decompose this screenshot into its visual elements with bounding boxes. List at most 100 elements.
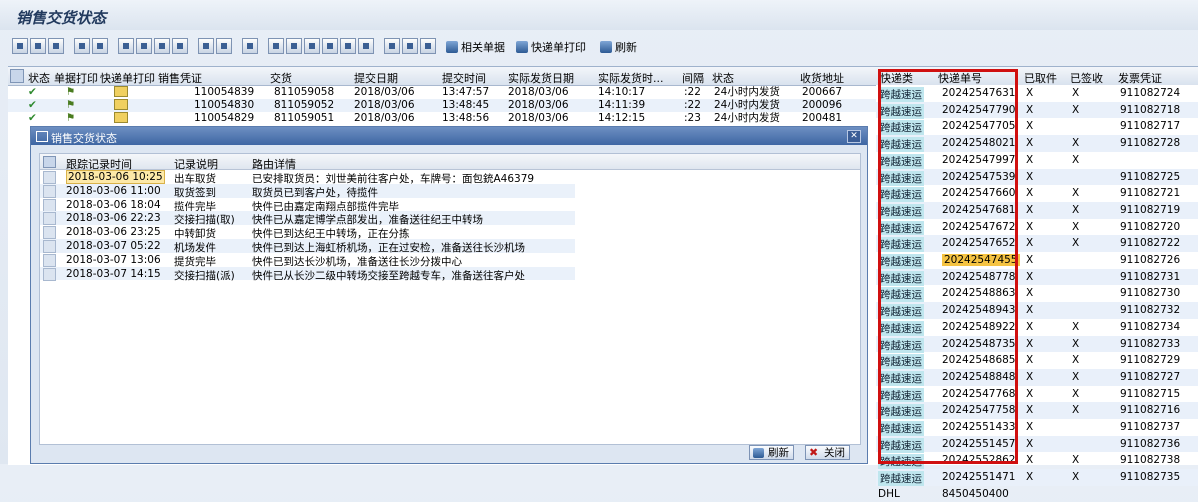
refresh-icon [753, 448, 764, 458]
row-selector[interactable] [43, 226, 56, 240]
subtotal-icon[interactable] [216, 38, 232, 54]
row-selector[interactable] [43, 240, 56, 253]
table-row[interactable]: DHL 8450450400 [876, 486, 1198, 502]
cell-picked: X [1026, 170, 1034, 183]
col-address[interactable]: 收货地址 [800, 70, 844, 86]
col-ship-date[interactable]: 实际发货日期 [508, 70, 574, 86]
cell-invoice: 911082728 [1120, 137, 1181, 150]
col-submit-date[interactable]: 提交日期 [354, 70, 398, 86]
graphic-icon[interactable] [304, 38, 320, 54]
cell-ship-time: 14:10:17 [598, 86, 646, 98]
print-preview-icon[interactable] [268, 38, 284, 54]
cell-ship-date: 2018/03/06 [508, 86, 569, 98]
list-item[interactable]: 2018-03-06 10:25 出车取货 已安排取货员：刘世美前往客户处，车牌号：… [40, 170, 575, 185]
select-all-icon[interactable] [74, 38, 90, 54]
row-selector[interactable] [43, 267, 56, 281]
flag-icon[interactable]: ⚑ [66, 112, 75, 125]
col-gap[interactable]: 间隔 [682, 70, 704, 86]
row-selector[interactable] [43, 212, 56, 226]
cell-time: 2018-03-06 22:23 [66, 212, 161, 225]
filter-delete-icon[interactable] [172, 38, 188, 54]
list-item[interactable]: 2018-03-07 05:22 机场发件 快件已到达上海虹桥机场，正在过安检，准备… [40, 239, 575, 254]
col-express-print[interactable]: 快递单打印 [100, 70, 155, 86]
close-icon[interactable]: ✕ [847, 130, 861, 143]
deselect-all-icon[interactable] [92, 38, 108, 54]
select-all-icon[interactable] [43, 156, 56, 168]
cell-picked: X [1026, 137, 1034, 150]
flag-icon[interactable]: ⚑ [66, 99, 75, 112]
select-layout-icon[interactable] [402, 38, 418, 54]
cell-picked: X [1026, 437, 1034, 450]
change-layout-icon[interactable] [384, 38, 400, 54]
display-icon[interactable] [30, 38, 46, 54]
col-status[interactable]: 状态 [28, 70, 50, 86]
cell-invoice: 911082735 [1120, 471, 1181, 484]
col-picked[interactable]: 已取件 [1024, 70, 1057, 86]
row-selector[interactable] [43, 198, 56, 212]
select-all-icon[interactable] [10, 69, 24, 83]
flag-icon[interactable]: ⚑ [66, 86, 75, 99]
row-selector[interactable] [43, 171, 56, 184]
cell-signed: X [1072, 404, 1080, 417]
print-icon [516, 41, 528, 53]
cell-invoice: 911082732 [1120, 304, 1181, 317]
col-signed[interactable]: 已签收 [1070, 70, 1103, 86]
cell-voucher: 110054829 [194, 112, 255, 124]
col-state[interactable]: 状态 [712, 70, 734, 86]
cell-ship-date: 2018/03/06 [508, 112, 569, 124]
dialog-refresh-button[interactable]: 刷新 [749, 445, 794, 460]
word-export-icon[interactable] [358, 38, 374, 54]
window-icon [36, 131, 48, 142]
related-docs-icon [446, 41, 458, 53]
sum-icon[interactable] [198, 38, 214, 54]
dialog-close-button[interactable]: ✖ 关闭 [805, 445, 850, 460]
row-selector[interactable] [43, 184, 56, 198]
cell-submit-time: 13:47:57 [442, 86, 490, 98]
document-icon[interactable] [114, 112, 128, 127]
details-icon[interactable] [12, 38, 28, 54]
cell-submit-date: 2018/03/06 [354, 86, 415, 98]
print-express-button[interactable]: 快递单打印 [516, 39, 586, 55]
refresh-list-icon[interactable] [242, 38, 258, 54]
cell-invoice: 911082716 [1120, 404, 1181, 417]
cell-signed: X [1072, 471, 1080, 484]
cell-picked: X [1026, 304, 1034, 317]
list-item[interactable]: 2018-03-06 18:04 揽件完毕 快件已由嘉定南翔点部揽件完毕 [40, 198, 575, 213]
list-item[interactable]: 2018-03-07 13:06 提货完毕 快件已到达长沙机场，准备送往长沙分拨中心 [40, 253, 575, 268]
list-item[interactable]: 2018-03-06 22:23 交接扫描(取) 快件已从嘉定博学点部发出，准备送往… [40, 211, 575, 226]
cell-invoice: 911082717 [1120, 120, 1181, 133]
related-docs-button[interactable]: 相关单据 [446, 39, 505, 55]
list-item[interactable]: 2018-03-06 11:00 取货签到 取货员已到客户处，待揽件 [40, 183, 575, 199]
col-ship-time[interactable]: 实际发货时... [598, 70, 672, 86]
list-item[interactable]: 2018-03-07 14:15 交接扫描(派) 快件已从长沙二级中转场交接至跨越专… [40, 266, 575, 282]
export-icon[interactable] [340, 38, 356, 54]
mail-icon[interactable] [286, 38, 302, 54]
cell-detail: 快件已从长沙二级中转场交接至跨越专车，准备送往客户处 [252, 269, 525, 282]
cell-picked: X [1026, 270, 1034, 283]
cell-signed: X [1072, 354, 1080, 367]
detail-view-icon[interactable] [48, 38, 64, 54]
save-layout-icon[interactable] [420, 38, 436, 54]
status-check-icon: ✔ [28, 112, 37, 124]
dialog-close-label: 关闭 [824, 447, 845, 459]
cell-voucher: 110054830 [194, 99, 255, 111]
cell-picked: X [1026, 454, 1034, 467]
refresh-button[interactable]: 刷新 [600, 39, 637, 55]
dialog-title-bar[interactable]: 销售交货状态 ✕ [31, 127, 867, 145]
list-item[interactable]: 2018-03-06 23:25 中转卸货 快件已到达纪王中转场，正在分拣 [40, 225, 575, 240]
abc-analysis-icon[interactable] [322, 38, 338, 54]
col-doc-print[interactable]: 单据打印 [54, 70, 98, 86]
col-sales-voucher[interactable]: 销售凭证 [158, 70, 202, 86]
table-row[interactable]: 跨越速运 20242551471 X X 911082735 [876, 469, 1198, 487]
cell-invoice: 911082722 [1120, 237, 1181, 250]
col-delivery[interactable]: 交货 [270, 70, 292, 86]
col-submit-time[interactable]: 提交时间 [442, 70, 486, 86]
sort-ascending-icon[interactable] [118, 38, 134, 54]
cell-time: 2018-03-07 14:15 [66, 267, 161, 280]
col-invoice[interactable]: 发票凭证 [1118, 70, 1162, 86]
dialog-title: 销售交货状态 [51, 132, 117, 145]
row-selector[interactable] [43, 253, 56, 267]
sort-descending-icon[interactable] [136, 38, 152, 54]
filter-icon[interactable] [154, 38, 170, 54]
cell-submit-date: 2018/03/06 [354, 112, 415, 124]
